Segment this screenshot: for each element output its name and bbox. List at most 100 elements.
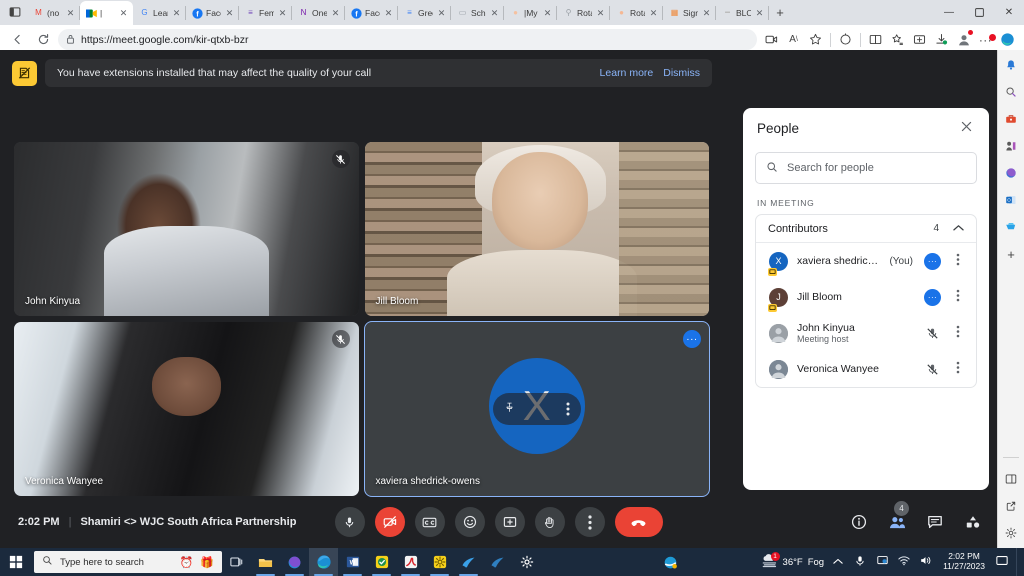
ie-icon[interactable] — [656, 548, 685, 576]
dismiss-button[interactable]: Dismiss — [663, 67, 700, 79]
taskbar-clock[interactable]: 2:02 PM 11/27/2023 — [940, 552, 988, 571]
open-new-window-icon[interactable] — [1002, 497, 1020, 515]
show-desktop-button[interactable] — [1016, 548, 1024, 576]
mic-icon[interactable] — [852, 555, 868, 570]
url-bar[interactable]: https://meet.google.com/kir-qtxb-bzr — [58, 29, 757, 50]
browser-tab-12[interactable]: ▦ Sign ✕ — [663, 1, 716, 25]
split-screen-icon[interactable] — [865, 29, 886, 50]
participant-actions-button[interactable]: ··· — [924, 288, 941, 306]
edge-sidebar-icon[interactable] — [997, 29, 1018, 50]
task-view-icon[interactable] — [222, 548, 251, 576]
network-icon[interactable] — [896, 555, 912, 569]
activities-button[interactable] — [963, 512, 983, 532]
notification-center-icon[interactable] — [994, 555, 1010, 569]
search-people-box[interactable] — [755, 152, 977, 184]
video-tile-xaviera-shedrick-owens[interactable]: X ··· xaviera shedrick-owens — [363, 321, 710, 497]
raise-hand-button[interactable] — [534, 507, 565, 537]
close-icon[interactable]: ✕ — [330, 8, 341, 19]
present-button[interactable] — [494, 507, 525, 537]
alarm-clock-icon[interactable]: ⏰ — [180, 556, 194, 569]
chevron-up-icon[interactable] — [953, 224, 964, 234]
favorites-icon[interactable] — [887, 29, 908, 50]
browser-tab-3[interactable]: fFacel✕ — [186, 1, 239, 25]
screencast-icon[interactable] — [761, 29, 782, 50]
shopping-icon[interactable] — [1002, 218, 1020, 236]
more-vertical-icon[interactable] — [950, 325, 966, 341]
browser-tab-5[interactable]: N One ✕ — [292, 1, 345, 25]
leave-call-button[interactable] — [614, 507, 663, 537]
settings-yellow-icon[interactable] — [425, 548, 454, 576]
browser-tab-2[interactable]: G Learn✕ — [133, 1, 186, 25]
close-icon[interactable]: ✕ — [65, 8, 76, 19]
favorite-star-icon[interactable] — [805, 29, 826, 50]
captions-button[interactable] — [414, 507, 445, 537]
browser-tab-0[interactable]: M (no s✕ — [27, 1, 80, 25]
browser-tab-7[interactable]: ≡ Gree✕ — [398, 1, 451, 25]
video-tile-veronica-wanyee[interactable]: Veronica Wanyee — [14, 322, 359, 496]
close-icon[interactable]: ✕ — [277, 8, 288, 19]
acrobat-icon[interactable] — [396, 548, 425, 576]
participant-row[interactable]: Xxaviera shedrick-o... (You) ··· — [756, 243, 976, 279]
more-options-button[interactable] — [574, 507, 605, 537]
window-maximize-button[interactable] — [964, 0, 994, 25]
chevron-up-icon[interactable] — [830, 557, 846, 568]
close-icon[interactable]: ✕ — [595, 8, 606, 19]
chat-button[interactable] — [925, 512, 945, 532]
more-vertical-icon[interactable] — [950, 289, 966, 305]
window-minimize-button[interactable]: — — [934, 0, 964, 25]
settings-gear-icon[interactable] — [512, 548, 541, 576]
notifications-bell-icon[interactable] — [1002, 56, 1020, 74]
file-explorer-icon[interactable] — [251, 548, 280, 576]
back-arrow-icon[interactable] — [6, 29, 28, 51]
learn-more-link[interactable]: Learn more — [600, 67, 654, 79]
close-icon[interactable]: ✕ — [436, 8, 447, 19]
split-pane-icon[interactable] — [1002, 470, 1020, 488]
more-vertical-icon[interactable] — [566, 402, 570, 416]
games-icon[interactable] — [1002, 137, 1020, 155]
close-icon[interactable]: ✕ — [754, 8, 765, 19]
read-aloud-icon[interactable]: A \ — [783, 29, 804, 50]
browser-tab-10[interactable]: ⚲ Rota✕ — [557, 1, 610, 25]
close-icon[interactable]: ✕ — [383, 8, 394, 19]
taskbar-search-box[interactable]: Type here to search ⏰ 🎁 — [34, 551, 222, 573]
more-vertical-icon[interactable] — [950, 361, 966, 377]
close-icon[interactable]: ✕ — [701, 8, 712, 19]
kaspersky-icon[interactable] — [367, 548, 396, 576]
meeting-details-button[interactable] — [849, 512, 869, 532]
search-icon[interactable] — [1002, 83, 1020, 101]
contributors-header[interactable]: Contributors 4 — [756, 215, 976, 243]
browser-tab-4[interactable]: ≡ Fema✕ — [239, 1, 292, 25]
downloads-icon[interactable] — [931, 29, 952, 50]
participant-actions-button[interactable]: ··· — [924, 252, 941, 270]
volume-icon[interactable] — [918, 555, 934, 569]
add-icon[interactable]: + — [1002, 245, 1020, 263]
participant-row[interactable]: Veronica Wanyee — [756, 351, 976, 387]
more-vertical-icon[interactable] — [950, 253, 966, 269]
weather-widget[interactable]: 1 36°F Fog — [761, 552, 824, 571]
app-teal-icon[interactable] — [280, 548, 309, 576]
participant-row[interactable]: John Kinyua Meeting host — [756, 315, 976, 351]
collections-icon[interactable] — [909, 29, 930, 50]
video-tile-jill-bloom[interactable]: Jill Bloom — [364, 142, 709, 316]
gift-icon[interactable]: 🎁 — [200, 556, 214, 569]
browser-tab-1[interactable]: | ✕ — [80, 1, 133, 25]
reload-icon[interactable] — [32, 29, 54, 51]
word-icon[interactable]: W — [338, 548, 367, 576]
edge-icon[interactable] — [309, 548, 338, 576]
browser-tab-9[interactable]: ● |My ✕ — [504, 1, 557, 25]
close-icon[interactable]: ✕ — [171, 8, 182, 19]
profile-icon[interactable] — [953, 29, 974, 50]
search-input[interactable] — [787, 162, 966, 174]
mail-blue-icon[interactable] — [454, 548, 483, 576]
browser-essentials-icon[interactable] — [1002, 164, 1020, 182]
pin-icon[interactable] — [504, 402, 515, 416]
tab-actions-icon[interactable] — [3, 0, 27, 24]
more-icon[interactable]: ··· — [975, 29, 996, 50]
tile-more-options-button[interactable]: ··· — [683, 330, 701, 348]
browser-tab-8[interactable]: ▭ Scho✕ — [451, 1, 504, 25]
close-icon[interactable]: ✕ — [648, 8, 659, 19]
browser-tab-6[interactable]: fFacel✕ — [345, 1, 398, 25]
screen-icon[interactable] — [874, 555, 890, 569]
close-icon[interactable] — [957, 120, 975, 136]
windows-start-icon[interactable] — [0, 548, 32, 576]
